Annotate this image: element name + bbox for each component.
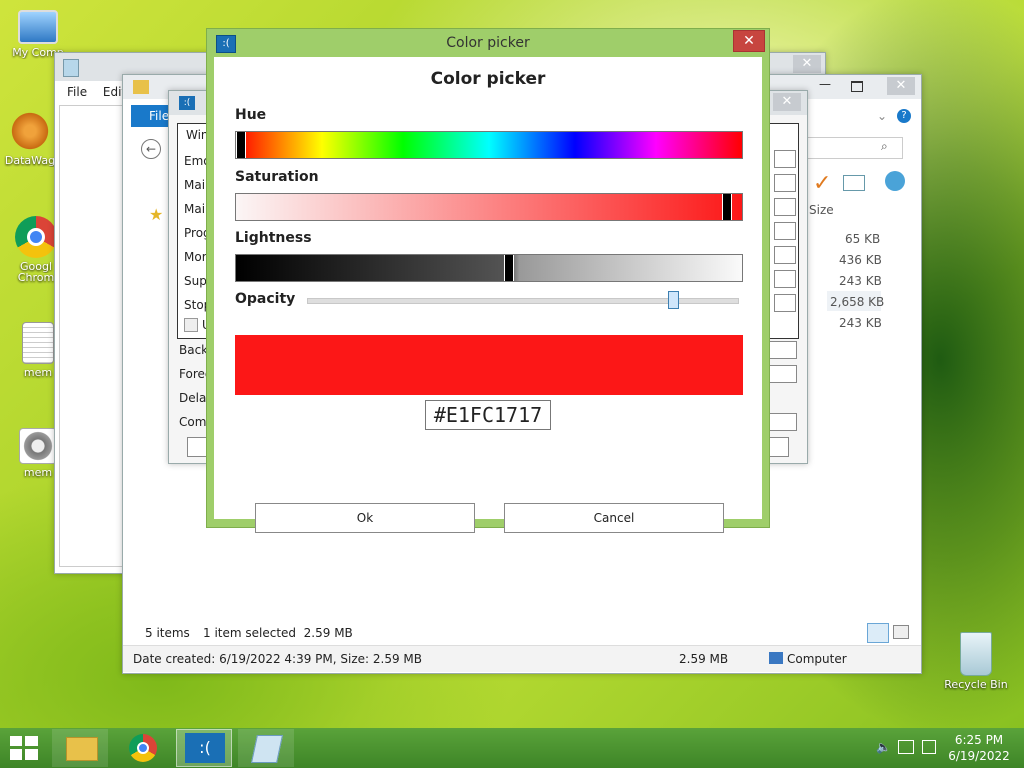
shell-icon[interactable] bbox=[885, 171, 905, 191]
status-items: 5 items bbox=[145, 626, 190, 640]
dialog-heading: Color picker bbox=[430, 69, 546, 89]
computer-icon bbox=[18, 10, 58, 44]
details-view-icon[interactable] bbox=[867, 623, 889, 643]
favorites-star-icon[interactable]: ★ bbox=[149, 205, 163, 224]
row-field-1[interactable] bbox=[769, 365, 797, 383]
close-icon[interactable]: ✕ bbox=[887, 77, 915, 95]
details-size: 2.59 MB bbox=[679, 652, 729, 666]
hex-value-text: #E1FC1717 bbox=[433, 403, 543, 427]
settings-file-icon bbox=[19, 428, 57, 464]
desktop-icon-label: Recycle Bin bbox=[944, 678, 1008, 691]
notepad-icon bbox=[63, 59, 79, 77]
field-1[interactable] bbox=[774, 174, 796, 192]
app-shortcut-icon bbox=[9, 110, 51, 152]
volume-muted-icon[interactable]: 🔈 bbox=[876, 740, 891, 754]
hue-slider[interactable] bbox=[235, 131, 743, 159]
taskbar: :( 🔈 6:25 PM 6/19/2022 bbox=[0, 728, 1024, 768]
desktop-icon-recycle-bin[interactable]: Recycle Bin bbox=[936, 632, 1016, 691]
color-preview-swatch bbox=[235, 335, 743, 395]
status-selected: 1 item selected 2.59 MB bbox=[203, 626, 353, 640]
opacity-slider-thumb[interactable] bbox=[668, 291, 679, 309]
field-2[interactable] bbox=[774, 198, 796, 216]
menu-file[interactable]: File bbox=[67, 85, 87, 99]
size-cell-3: 2,658 KB bbox=[830, 295, 885, 309]
column-header-size[interactable]: Size bbox=[809, 203, 834, 217]
window-title: Color picker bbox=[446, 35, 530, 51]
taskbar-chrome-button[interactable] bbox=[116, 729, 172, 767]
lightness-slider[interactable] bbox=[235, 254, 743, 282]
clock[interactable]: 6:25 PM 6/19/2022 bbox=[944, 732, 1014, 764]
close-icon[interactable]: ✕ bbox=[773, 93, 801, 111]
folder-icon bbox=[66, 737, 98, 761]
size-cell-0: 65 KB bbox=[845, 232, 881, 246]
chrome-icon bbox=[129, 734, 157, 762]
saturation-slider-thumb[interactable] bbox=[722, 194, 732, 220]
maximize-icon[interactable] bbox=[851, 81, 863, 92]
computer-icon bbox=[769, 652, 783, 664]
windows-logo-icon bbox=[10, 736, 38, 760]
start-button[interactable] bbox=[10, 736, 38, 760]
app-icon: :( bbox=[179, 96, 195, 110]
row-field-0[interactable] bbox=[769, 341, 797, 359]
tiles-view-icon[interactable] bbox=[893, 625, 909, 639]
row-label-0: Back bbox=[179, 343, 209, 357]
row-field-3[interactable] bbox=[769, 413, 797, 431]
field-3[interactable] bbox=[774, 222, 796, 240]
size-cell-2: 243 KB bbox=[839, 274, 882, 288]
saturation-slider[interactable] bbox=[235, 193, 743, 221]
details-location: Computer bbox=[787, 652, 847, 666]
network-icon[interactable] bbox=[898, 740, 914, 754]
action-center-icon[interactable] bbox=[922, 740, 936, 754]
lightness-slider-thumb[interactable] bbox=[504, 255, 514, 281]
ribbon-file-tab[interactable]: File bbox=[131, 105, 171, 127]
color-picker-dialog[interactable]: :( Color picker ✕ Color picker Hue Satur… bbox=[206, 28, 770, 533]
color-picker-client: Color picker Hue Saturation Lightness Op… bbox=[214, 57, 762, 533]
close-icon[interactable]: ✕ bbox=[793, 55, 821, 73]
notepad-text-area[interactable] bbox=[59, 105, 125, 567]
chrome-icon bbox=[15, 216, 57, 258]
help-icon[interactable]: ? bbox=[897, 109, 911, 123]
cancel-button[interactable]: Cancel bbox=[504, 503, 724, 533]
hue-label: Hue bbox=[235, 107, 267, 123]
text-file-icon bbox=[22, 322, 54, 364]
saturation-label: Saturation bbox=[235, 169, 319, 185]
hex-value-field[interactable]: #E1FC1717 bbox=[425, 400, 551, 430]
back-icon[interactable]: ← bbox=[141, 139, 161, 159]
hue-slider-thumb[interactable] bbox=[236, 132, 246, 158]
opacity-label: Opacity bbox=[235, 291, 296, 307]
field-0[interactable] bbox=[774, 150, 796, 168]
minimize-icon[interactable]: — bbox=[819, 77, 831, 91]
clock-date: 6/19/2022 bbox=[948, 749, 1010, 763]
clock-time: 6:25 PM bbox=[954, 733, 1004, 747]
app-icon: :( bbox=[185, 733, 225, 763]
recycle-bin-icon bbox=[960, 632, 992, 676]
field-6[interactable] bbox=[774, 294, 796, 312]
folder-icon bbox=[133, 80, 149, 94]
close-icon[interactable]: ✕ bbox=[733, 30, 765, 52]
field-5[interactable] bbox=[774, 270, 796, 288]
search-icon[interactable]: ⌕ bbox=[881, 139, 888, 154]
chevron-down-icon[interactable]: ⌄ bbox=[877, 109, 887, 123]
lightness-label: Lightness bbox=[235, 230, 312, 246]
details-text: Date created: 6/19/2022 4:39 PM, Size: 2… bbox=[133, 652, 422, 666]
taskbar-explorer-button[interactable] bbox=[52, 729, 108, 767]
search-input[interactable] bbox=[805, 137, 903, 159]
notepad-icon bbox=[251, 735, 283, 763]
ok-button[interactable]: Ok bbox=[255, 503, 475, 533]
size-cell-4: 243 KB bbox=[839, 316, 882, 330]
check-icon[interactable]: ✓ bbox=[813, 171, 831, 196]
taskbar-notepad-button[interactable] bbox=[238, 729, 294, 767]
taskbar-app-button[interactable]: :( bbox=[176, 729, 232, 767]
field-4[interactable] bbox=[774, 246, 796, 264]
opacity-slider[interactable] bbox=[307, 291, 739, 309]
details-pane: Date created: 6/19/2022 4:39 PM, Size: 2… bbox=[123, 645, 921, 672]
rename-icon[interactable] bbox=[843, 175, 865, 191]
checkbox[interactable] bbox=[184, 318, 198, 332]
color-picker-titlebar[interactable]: :( Color picker ✕ bbox=[207, 29, 769, 57]
size-cell-1: 436 KB bbox=[839, 253, 882, 267]
